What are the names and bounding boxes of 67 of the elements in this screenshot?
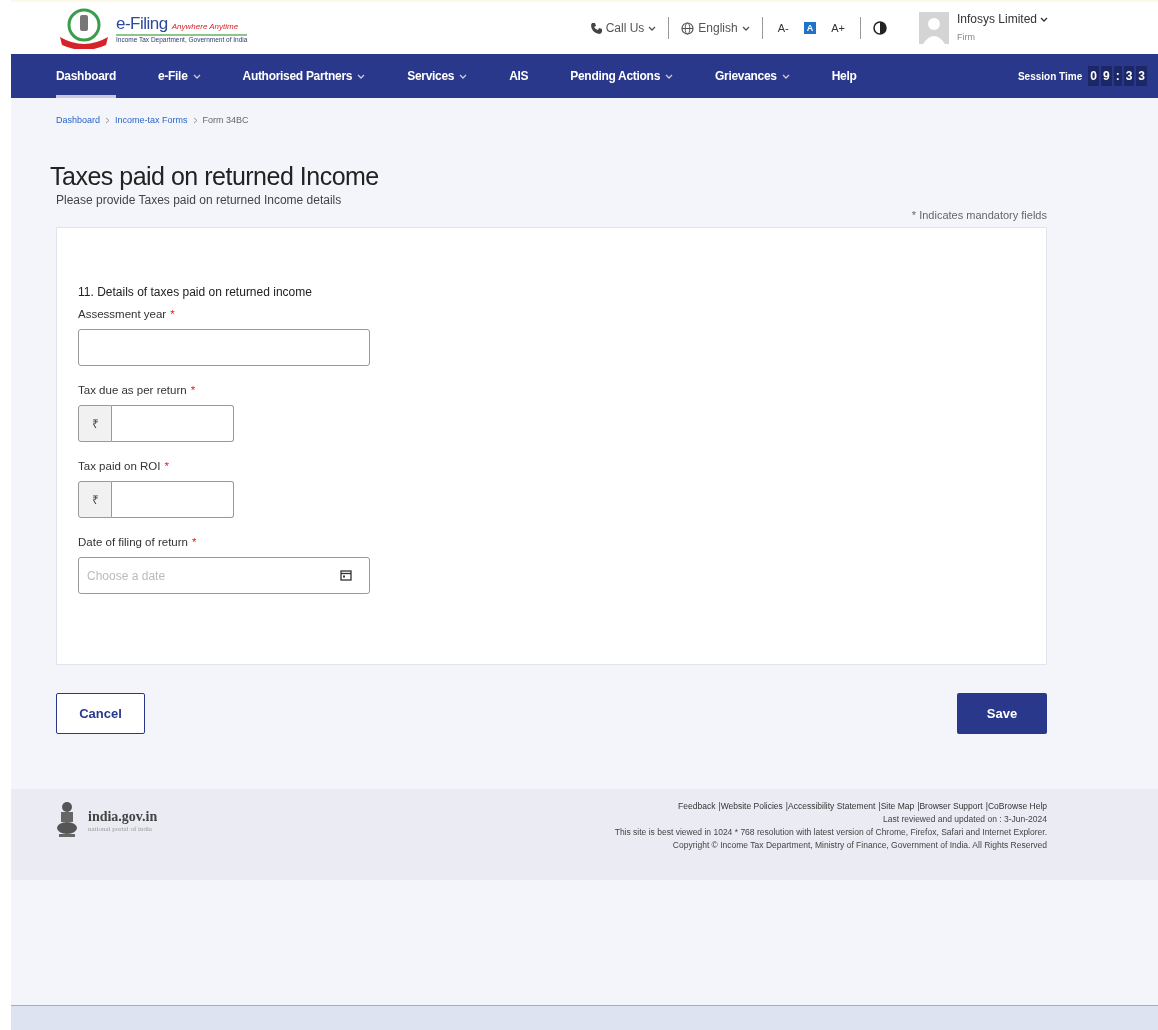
contrast-icon: [872, 21, 887, 35]
footer-link[interactable]: |Website Policies: [718, 801, 783, 811]
breadcrumb-current: Form 34BC: [202, 115, 249, 125]
required-marker: *: [190, 384, 196, 396]
field-label: Tax paid on ROI: [78, 460, 161, 472]
nav-item[interactable]: Pending Actions: [570, 54, 674, 98]
font-size-button[interactable]: A: [803, 22, 817, 34]
page-title: Taxes paid on returned Income: [50, 162, 380, 191]
required-marker: *: [170, 308, 175, 320]
mandatory-note: * Indicates mandatory fields: [911, 209, 1047, 221]
rupee-prefix: ₹: [78, 481, 112, 518]
font-size-button[interactable]: A-: [774, 21, 792, 35]
language-button[interactable]: English: [681, 21, 750, 35]
section-heading: 11. Details of taxes paid on returned income: [78, 285, 313, 299]
rupee-prefix: ₹: [78, 405, 112, 442]
chevron-icon: [105, 116, 111, 124]
footer-link[interactable]: |Browser Support: [917, 801, 983, 811]
phone-icon: [589, 22, 602, 34]
caret-icon: [1040, 16, 1048, 22]
required-marker: *: [191, 536, 197, 548]
caret-icon: [741, 25, 750, 31]
nav-item[interactable]: Services: [407, 54, 468, 98]
nav-item[interactable]: AIS: [509, 54, 529, 98]
caret-icon: [648, 25, 657, 31]
user-menu-button[interactable]: Infosys Limited: [956, 12, 1048, 26]
footer-link[interactable]: |CoBrowse Help: [985, 801, 1047, 811]
amount-field[interactable]: [112, 481, 234, 518]
cancel-button[interactable]: Cancel: [56, 693, 145, 734]
avatar-icon: [918, 12, 949, 44]
chevron-icon: [192, 116, 198, 124]
session-timer-digit: :: [1113, 66, 1122, 86]
save-button[interactable]: Save: [957, 693, 1047, 734]
session-timer-digit: 3: [1136, 66, 1147, 86]
footer-link[interactable]: |Site Map: [878, 801, 915, 811]
page-subtitle: Please provide Taxes paid on returned Income details: [56, 193, 343, 207]
date-field[interactable]: Choose a date: [78, 557, 370, 594]
nav-item[interactable]: Dashboard: [56, 54, 116, 98]
amount-field[interactable]: [112, 405, 234, 442]
field-label: Tax due as per return: [78, 384, 187, 396]
calendar-icon: [340, 569, 352, 581]
user-role: Firm: [956, 32, 976, 42]
brand-tagline: Anywhere Anytime: [171, 21, 239, 31]
nav-item[interactable]: Help: [831, 54, 857, 98]
browser-note: This site is best viewed in 1024 * 768 resolution with latest version of Chrome, Firefox, Safari and Internet Explorer.: [614, 827, 1047, 837]
breadcrumb-link[interactable]: Dashboard: [56, 115, 101, 125]
portal-name: india.gov.in: [88, 809, 158, 825]
nav-item[interactable]: Grievances: [715, 54, 790, 98]
footer-link[interactable]: |Accessibility Statement: [785, 801, 876, 811]
session-timer-digit: 3: [1123, 66, 1135, 86]
footer-link[interactable]: Feedback: [678, 801, 716, 811]
updated-note: Last reviewed and updated on : 3-Jun-2024: [883, 814, 1047, 824]
call-us-button[interactable]: Call Us: [589, 21, 657, 35]
nav-item[interactable]: e-File: [158, 54, 201, 98]
copyright-text: Copyright © Income Tax Department, Ministry of Finance, Government of India. All Rights Reserved: [672, 840, 1047, 850]
session-timer-digit: 0: [1088, 66, 1099, 86]
breadcrumb-link[interactable]: Income-tax Forms: [115, 115, 188, 125]
field-label: Date of filing of return: [78, 536, 188, 548]
globe-icon: [681, 21, 695, 35]
emblem-icon: [56, 801, 78, 837]
field-label: Assessment year: [78, 308, 167, 320]
font-size-button[interactable]: A+: [828, 21, 848, 35]
session-label: Session Time: [1017, 70, 1083, 82]
nav-item[interactable]: Authorised Partners: [242, 54, 366, 98]
input-field[interactable]: [78, 329, 370, 366]
session-timer-digit: 9: [1100, 66, 1112, 86]
required-marker: *: [164, 460, 169, 472]
brand-name: e-Filing: [116, 13, 168, 34]
